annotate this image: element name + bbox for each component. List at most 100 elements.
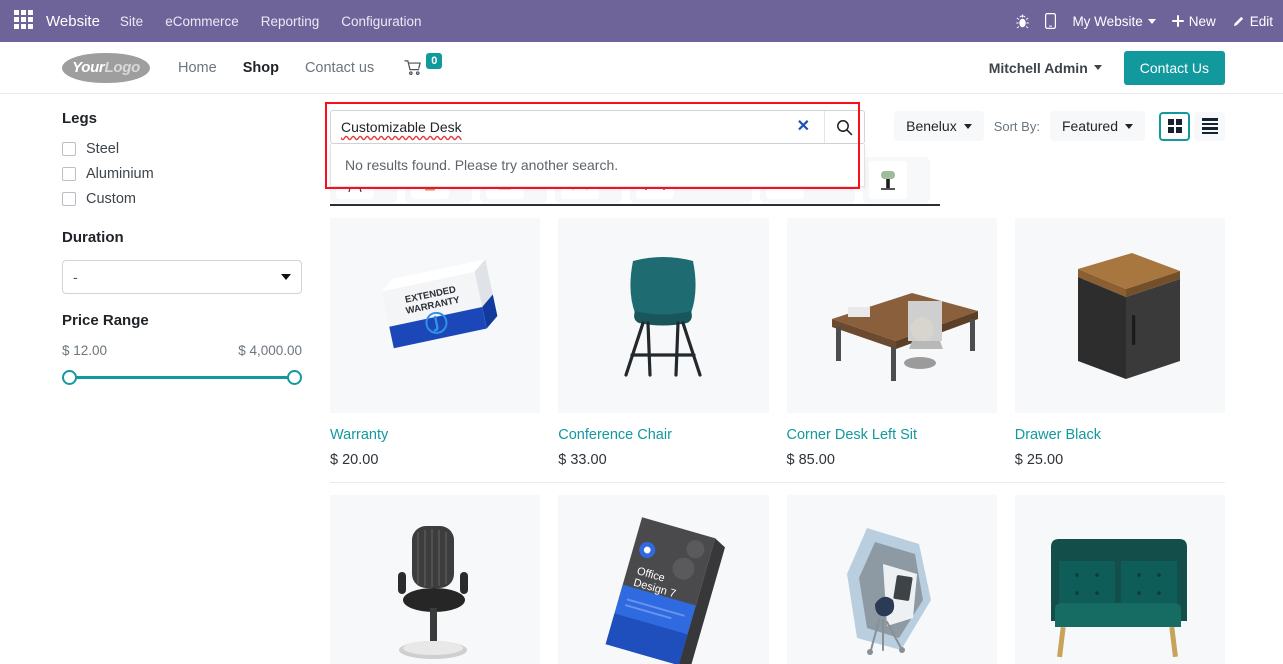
chevron-down-icon [1093,65,1102,70]
sort-by-value: Featured [1061,118,1118,134]
contact-us-button[interactable]: Contact Us [1123,50,1225,85]
nav-item-shop[interactable]: Shop [243,60,279,76]
grid-view-icon [1167,119,1182,133]
apps-grid-icon[interactable] [14,10,36,32]
product-card [1014,495,1225,664]
product-image-corner-desk[interactable] [786,218,997,413]
backend-menu-site[interactable]: Site [120,14,143,29]
backend-menu-configuration[interactable]: Configuration [341,14,421,29]
product-image-office-chair[interactable] [330,495,541,664]
filter-group-legs-title: Legs [62,110,98,127]
product-price: $ 33.00 [558,452,607,468]
sort-by-selector[interactable]: Featured [1049,111,1145,141]
price-slider-track [68,376,296,379]
cart-button[interactable]: 0 [404,52,443,76]
search-results-dropdown: No results found. Please try another sea… [330,144,865,187]
filter-option-custom-label: Custom [86,191,136,207]
product-name-link[interactable]: Corner Desk Left Sit [787,427,997,443]
teal-chair [624,257,702,377]
product-image-warranty[interactable]: EXTENDED WARRANTY [330,218,541,413]
duration-select-value: - [73,269,78,285]
nav-item-contact-us[interactable]: Contact us [305,60,374,76]
user-menu-label: Mitchell Admin [988,59,1088,76]
filter-option-custom[interactable]: Custom [62,191,302,207]
website-selector-label: My Website [1072,13,1143,29]
office-chair [398,525,469,659]
region-selector-label: Benelux [906,118,957,134]
new-button[interactable]: New [1171,13,1216,29]
duration-select[interactable]: - [62,260,302,294]
checkbox-icon[interactable] [62,142,76,156]
filter-option-aluminium[interactable]: Aluminium [62,166,302,182]
shopping-cart-icon [404,60,422,76]
black-drawer [1077,253,1180,379]
backend-menu-reporting[interactable]: Reporting [261,14,320,29]
search-input-value: Customizable Desk [341,119,462,135]
grid-row-separator [330,482,1225,483]
shop-filters-sidebar: Legs Steel Aluminium Custom Duration - P… [62,110,330,664]
region-selector[interactable]: Benelux [894,111,984,141]
product-price: $ 25.00 [1014,452,1064,468]
product-name-link[interactable]: Conference Chair [558,427,768,443]
product-name-link[interactable]: Warranty [330,427,540,443]
greenlamp-thumb-icon [868,161,907,199]
website-header: Your Logo Home Shop Contact us 0 Mitchell… [0,42,1283,94]
website-selector[interactable]: My Website [1072,13,1156,29]
grid-view-button[interactable] [1159,111,1190,141]
category-item[interactable] [862,157,930,203]
backend-menu: Site eCommerce Reporting Configuration [120,14,422,29]
filter-option-steel-label: Steel [86,141,120,157]
backend-menu-ecommerce[interactable]: eCommerce [165,14,239,29]
price-range-min: $ 12.00 [62,343,108,358]
mobile-preview-icon[interactable] [1045,13,1057,29]
price-slider-handle-max[interactable] [287,370,302,385]
category-active-underline [330,204,940,206]
warranty-box: EXTENDED WARRANTY [381,258,497,348]
filter-option-aluminium-label: Aluminium [86,166,154,182]
price-slider-handle-min[interactable] [62,370,77,385]
header-right: Mitchell Admin Contact Us [989,50,1225,85]
product-grid: EXTENDED WARRANTY Warranty $ 20.00 Confe… [330,218,1225,664]
edit-button[interactable]: Edit [1232,14,1273,29]
product-image-software-box[interactable]: Office Design 7 [558,495,769,664]
checkbox-icon[interactable] [62,192,76,206]
filter-group-price-title: Price Range [62,312,149,329]
toolbar-right: Benelux Sort By: Featured [894,110,1225,141]
user-menu[interactable]: Mitchell Admin [989,60,1102,76]
search-no-results-message: No results found. Please try another sea… [345,157,619,173]
chevron-down-icon [1147,18,1156,24]
backend-topbar-right: My Website New Edit [1016,13,1273,29]
search-bar[interactable]: Customizable Desk ✕ [330,110,865,144]
search-input[interactable]: Customizable Desk ✕ [331,111,824,143]
product-image-acoustic-pod[interactable] [786,495,997,664]
backend-brand[interactable]: Website [46,13,100,30]
product-card: Corner Desk Left Sit $ 85.00 [786,218,997,482]
product-price: $ 20.00 [330,452,379,468]
list-view-button[interactable] [1194,111,1225,141]
search-magnifier-icon [837,119,853,135]
clear-x-icon[interactable]: ✕ [793,119,814,135]
product-card: Office Design 7 [558,495,769,664]
chevron-down-icon [281,274,291,280]
chevron-down-icon [963,123,972,129]
sort-by-label: Sort By: [993,118,1040,134]
product-image-drawer-black[interactable] [1014,218,1225,413]
price-range-max: $ 4,000.00 [238,343,302,358]
product-card: EXTENDED WARRANTY Warranty $ 20.00 [330,218,541,482]
software-box: Office Design 7 [606,516,726,664]
price-range-slider[interactable] [62,366,302,388]
new-button-label: New [1188,13,1216,29]
search-submit-button[interactable] [824,111,864,143]
bug-icon[interactable] [1016,14,1030,29]
product-image-green-sofa[interactable] [1014,495,1225,664]
nav-item-home[interactable]: Home [178,60,217,76]
checkbox-icon[interactable] [62,167,76,181]
green-sofa [1050,538,1187,657]
product-name-link[interactable]: Drawer Black [1015,427,1225,443]
filter-option-steel[interactable]: Steel [62,141,302,157]
site-nav: Home Shop Contact us [178,60,374,76]
product-image-conference-chair[interactable] [558,218,769,413]
chevron-down-icon [1125,123,1133,129]
site-logo[interactable]: Your Logo [62,52,150,83]
pencil-icon [1233,16,1243,26]
